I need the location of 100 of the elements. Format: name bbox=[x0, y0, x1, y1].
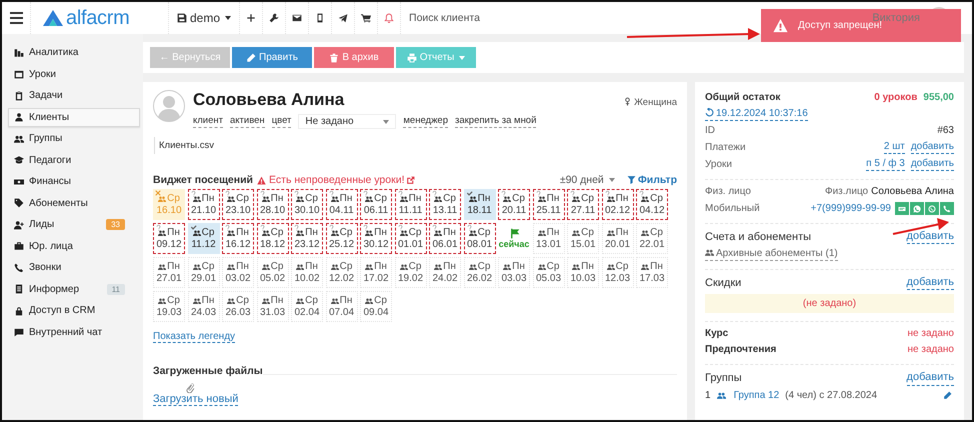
lesson-cell[interactable]: Пн 17.02 bbox=[360, 257, 392, 288]
lesson-cell[interactable]: Ср 26.02 bbox=[464, 257, 496, 288]
status-link[interactable]: клиент bbox=[193, 115, 223, 128]
lesson-cell[interactable]: Пн 13.01 bbox=[532, 223, 564, 254]
lesson-cell[interactable]: Пн 24.02 bbox=[429, 257, 461, 288]
lesson-cell[interactable]: Ср 20.11 bbox=[498, 189, 530, 220]
field-value-link[interactable]: п 5 / ф 3 bbox=[866, 158, 905, 171]
color-select[interactable]: Не задано bbox=[298, 114, 396, 129]
lesson-cell[interactable]: Ср 13.11 bbox=[429, 189, 461, 220]
field-value: #63 bbox=[937, 125, 954, 137]
people-icon bbox=[262, 194, 270, 202]
sidebar-item[interactable]: Абонементы bbox=[8, 194, 140, 213]
lesson-cell[interactable]: Ср 01.01 bbox=[394, 223, 426, 254]
lesson-cell[interactable]: Ср 19.02 bbox=[394, 257, 426, 288]
add-link[interactable]: добавить bbox=[906, 276, 954, 290]
field-value-link[interactable]: не задано bbox=[908, 344, 954, 356]
lesson-cell[interactable]: Пн 16.12 bbox=[222, 223, 254, 254]
field-label: Уроки bbox=[705, 158, 732, 170]
lesson-cell[interactable]: Пн 04.11 bbox=[326, 189, 358, 220]
lesson-cell[interactable]: Ср 04.12 bbox=[636, 189, 668, 220]
lesson-cell[interactable]: Ср 29.01 bbox=[188, 257, 220, 288]
archive-link[interactable]: Архивные абонементы (1) bbox=[705, 248, 838, 262]
lesson-cell[interactable]: Ср 25.12 bbox=[326, 223, 358, 254]
sidebar-item[interactable]: Задачи bbox=[8, 86, 140, 106]
lesson-cell[interactable]: Ср 27.11 bbox=[567, 189, 599, 220]
legend-link[interactable]: Показать легенду bbox=[153, 331, 236, 343]
lesson-cell[interactable]: Пн 10.03 bbox=[567, 257, 599, 288]
sidebar-item[interactable]: Клиенты bbox=[8, 108, 140, 127]
field-value-link[interactable]: не задано bbox=[908, 328, 954, 340]
sidebar-item[interactable]: Лиды 33 bbox=[8, 215, 140, 234]
lesson-cell[interactable]: Пн 11.11 bbox=[394, 189, 426, 220]
lesson-cell[interactable]: Ср 11.12 bbox=[188, 223, 220, 254]
lesson-cell[interactable]: Ср 26.03 bbox=[222, 291, 254, 322]
whatsapp-chat-button[interactable] bbox=[910, 202, 924, 215]
upload-link[interactable]: Загрузить новый bbox=[153, 393, 238, 406]
updated-link[interactable]: 19.12.2024 10:37:16 bbox=[705, 108, 808, 121]
manager-link[interactable]: менеджер bbox=[403, 115, 448, 128]
lesson-cell[interactable]: Ср 30.10 bbox=[291, 189, 323, 220]
lesson-cell[interactable]: Пн 23.12 bbox=[291, 223, 323, 254]
question-mark-icon bbox=[225, 191, 230, 197]
range-dropdown[interactable]: ±90 дней bbox=[560, 174, 615, 186]
lesson-cell[interactable]: Пн 17.03 bbox=[636, 257, 668, 288]
lesson-cell[interactable]: Пн 31.03 bbox=[256, 291, 288, 322]
lesson-cell[interactable]: Пн 07.04 bbox=[326, 291, 358, 322]
lesson-cell[interactable]: Ср 06.11 bbox=[360, 189, 392, 220]
sidebar-item[interactable]: Финансы bbox=[8, 172, 140, 192]
lesson-cell[interactable]: Пн 30.12 bbox=[360, 223, 392, 254]
warning-link[interactable]: Есть непроведенные уроки! bbox=[257, 174, 416, 186]
group-link[interactable]: Группа 12 bbox=[734, 390, 780, 402]
lesson-cell[interactable]: Пн 10.02 bbox=[291, 257, 323, 288]
add-link[interactable]: добавить bbox=[906, 371, 954, 386]
lesson-cell[interactable]: Ср 09.04 bbox=[360, 291, 392, 322]
sidebar-item[interactable]: Внутренний чат bbox=[8, 322, 140, 342]
field-value-link[interactable]: 2 шт bbox=[884, 141, 905, 154]
sidebar-item[interactable]: Информер 11 bbox=[8, 280, 140, 299]
lesson-cell[interactable]: Ср 23.10 bbox=[222, 189, 254, 220]
lesson-cell[interactable]: Пн 09.12 bbox=[153, 223, 185, 254]
sidebar-item[interactable]: Педагоги bbox=[8, 150, 140, 170]
lesson-cell[interactable]: Ср 19.03 bbox=[153, 291, 185, 322]
lesson-cell[interactable]: Пн 03.03 bbox=[498, 257, 530, 288]
lesson-cell[interactable]: Ср 18.12 bbox=[256, 223, 288, 254]
lesson-cell[interactable]: Пн 03.02 bbox=[222, 257, 254, 288]
message-button[interactable] bbox=[895, 202, 909, 215]
lesson-cell[interactable]: Пн 28.10 bbox=[256, 189, 288, 220]
add-link[interactable]: добавить bbox=[910, 158, 954, 171]
sidebar-item[interactable]: Звонки bbox=[8, 258, 140, 278]
add-link[interactable]: добавить bbox=[910, 141, 954, 154]
status-link[interactable]: цвет bbox=[272, 115, 292, 128]
lesson-cell[interactable]: Пн 06.01 bbox=[429, 223, 461, 254]
assign-link[interactable]: закрепить за мной bbox=[455, 115, 536, 128]
lesson-cell[interactable]: Ср 02.04 bbox=[291, 291, 323, 322]
lesson-cell[interactable]: Ср 05.02 bbox=[256, 257, 288, 288]
phone-link[interactable]: +7(999)999-99-99 bbox=[810, 202, 891, 214]
lesson-cell[interactable]: Пн 24.03 bbox=[188, 291, 220, 322]
people-icon bbox=[227, 262, 236, 270]
now-label: сейчас bbox=[498, 238, 530, 250]
add-link[interactable]: добавить bbox=[906, 230, 954, 244]
lesson-cell[interactable]: Пн 25.11 bbox=[532, 189, 564, 220]
sidebar-item[interactable]: Группы bbox=[8, 129, 140, 148]
lesson-cell[interactable]: Пн 18.11 bbox=[464, 189, 496, 220]
sidebar-item[interactable]: Доступ в CRM bbox=[8, 301, 140, 320]
lesson-cell[interactable]: Пн 27.01 bbox=[153, 257, 185, 288]
phone-button[interactable] bbox=[940, 202, 954, 215]
sidebar-item[interactable]: Аналитика bbox=[8, 43, 140, 62]
lesson-cell[interactable]: Ср 08.01 bbox=[464, 223, 496, 254]
lesson-cell[interactable]: Ср 12.03 bbox=[602, 257, 634, 288]
status-link[interactable]: активен bbox=[230, 115, 265, 128]
lesson-cell[interactable]: Ср 15.01 bbox=[567, 223, 599, 254]
sidebar-item[interactable]: Юр. лица bbox=[8, 236, 140, 256]
lesson-cell[interactable]: Ср 05.03 bbox=[532, 257, 564, 288]
filter-button[interactable]: Фильтр bbox=[626, 174, 677, 186]
sidebar-item[interactable]: Уроки bbox=[8, 64, 140, 84]
lesson-cell[interactable]: Ср 22.01 bbox=[636, 223, 668, 254]
branch-dropdown[interactable]: demo bbox=[169, 11, 240, 25]
lesson-cell[interactable]: Ср 12.02 bbox=[326, 257, 358, 288]
lesson-cell[interactable]: Пн 21.10 bbox=[188, 189, 220, 220]
people-icon bbox=[503, 262, 512, 270]
lesson-cell[interactable]: Пн 20.01 bbox=[602, 223, 634, 254]
phone-circle-button[interactable] bbox=[925, 202, 939, 215]
lesson-cell[interactable]: Пн 02.12 bbox=[602, 189, 634, 220]
